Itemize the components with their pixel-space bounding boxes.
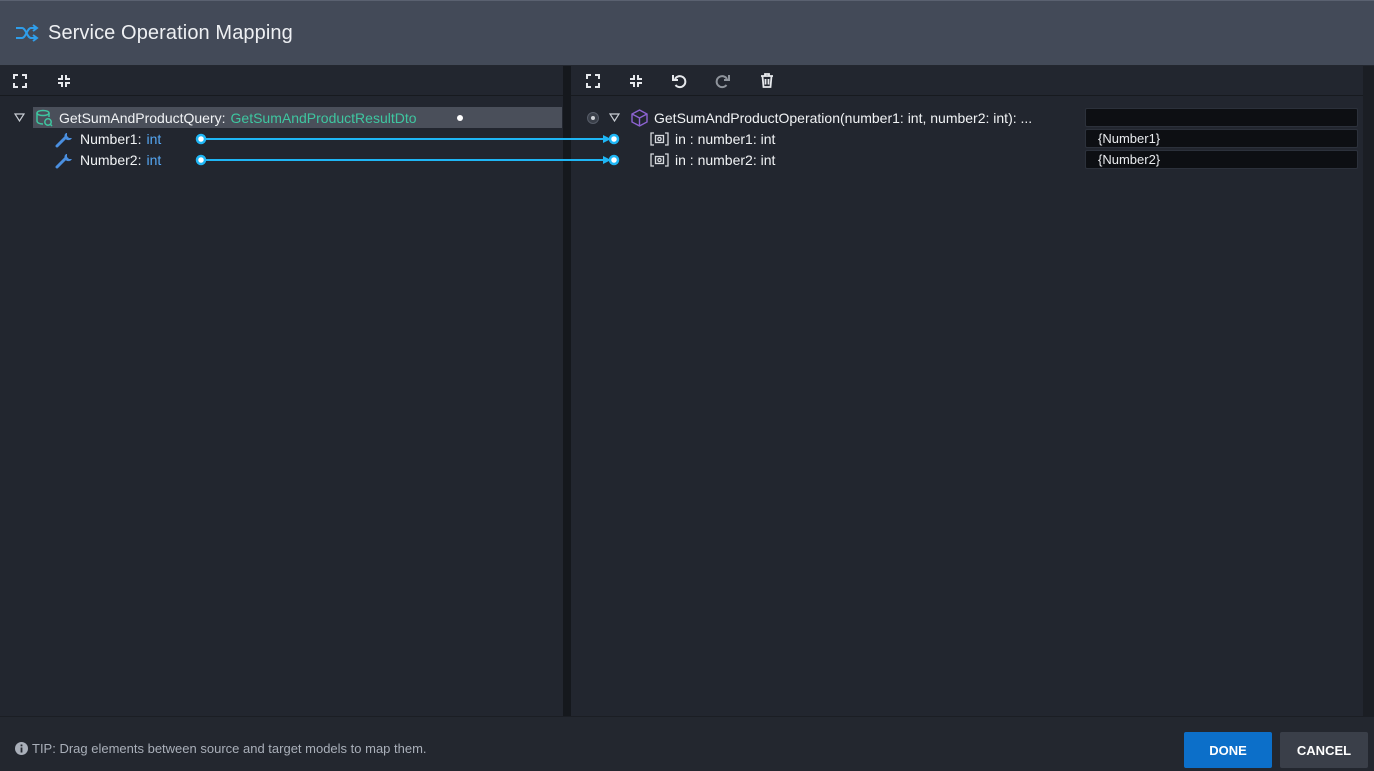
target-root-item[interactable]: GetSumAndProductOperation(number1: int, … (608, 107, 1032, 128)
cancel-button[interactable]: CANCEL (1280, 732, 1368, 768)
dialog-footer: TIP: Drag elements between source and ta… (0, 716, 1374, 771)
info-icon (15, 742, 28, 755)
mapping-line-number1 (195, 133, 620, 145)
target-root-mapping-field[interactable] (1085, 108, 1358, 127)
done-button[interactable]: DONE (1184, 732, 1272, 768)
target-param-number2[interactable]: in : number2: int (650, 149, 775, 170)
target-root-connector-dot[interactable] (587, 112, 599, 124)
cube-icon (631, 108, 648, 127)
target-param-mapping-field[interactable]: {Number2} (1085, 150, 1358, 169)
target-param-number1[interactable]: in : number1: int (650, 128, 775, 149)
parameter-icon (650, 152, 669, 167)
target-param-mapping-field[interactable]: {Number1} (1085, 129, 1358, 148)
target-param-label: in : number1: int (675, 130, 776, 147)
service-operation-mapping-dialog: Service Operation Mapping GetSumAndProdu… (0, 0, 1374, 771)
target-param-label: in : number2: int (675, 151, 776, 168)
parameter-icon (650, 131, 669, 146)
tip: TIP: Drag elements between source and ta… (15, 741, 427, 756)
tip-text: TIP: Drag elements between source and ta… (32, 741, 427, 756)
target-root-name: GetSumAndProductOperation(number1: int, … (654, 109, 1033, 126)
mapping-line-number2 (195, 154, 620, 166)
chevron-down-icon[interactable] (608, 112, 620, 124)
